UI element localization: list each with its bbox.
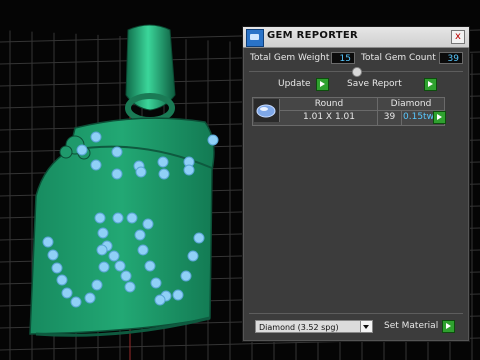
gem-stone <box>90 131 102 143</box>
gem-count-cell: 39 <box>383 112 396 122</box>
gem-stone <box>112 212 124 224</box>
total-gem-weight-label: Total Gem Weight <box>250 53 330 63</box>
total-gem-count-label: Total Gem Count <box>361 53 436 63</box>
gem-stone <box>142 218 154 230</box>
gem-stone <box>47 249 59 261</box>
shape-header: Round <box>314 99 344 109</box>
set-material-button[interactable]: Set Material <box>384 320 438 333</box>
window-title: GEM REPORTER <box>267 30 359 41</box>
gem-stone <box>187 250 199 262</box>
gem-stone <box>97 227 109 239</box>
gem-stone <box>183 164 195 176</box>
gem-size-cell: 1.01 X 1.01 <box>303 112 355 122</box>
gem-stone <box>150 277 162 289</box>
splitter-knob[interactable] <box>352 67 362 77</box>
gem-stone <box>90 159 102 171</box>
set-material-play-icon[interactable] <box>442 320 455 333</box>
gem-table: Round Diamond 1.01 X 1.01 39 0.15tw <box>252 97 445 126</box>
gem-stone <box>126 212 138 224</box>
chevron-down-icon[interactable] <box>360 321 372 332</box>
gem-weight-cell: 0.15tw <box>403 112 434 122</box>
gem-stone <box>84 292 96 304</box>
title-bar[interactable]: GEM REPORTER x <box>243 27 469 48</box>
gem-stone <box>157 156 169 168</box>
divider <box>249 313 463 314</box>
gem-stone <box>56 274 68 286</box>
total-gem-count-value: 39 <box>439 52 463 64</box>
gem-stone <box>42 236 54 248</box>
gem-reporter-panel: GEM REPORTER x Total Gem Weight 15 Total… <box>242 26 470 342</box>
gem-stone <box>51 262 63 274</box>
gem-row-play-icon[interactable] <box>433 111 446 124</box>
gem-stone <box>111 146 123 158</box>
save-report-play-icon[interactable] <box>424 78 437 91</box>
material-select-value: Diamond (3.52 spg) <box>259 323 339 332</box>
gem-stone <box>158 168 170 180</box>
gem-stone <box>108 250 120 262</box>
gem-stone <box>124 281 136 293</box>
gem-stone <box>193 232 205 244</box>
gem-stone <box>70 296 82 308</box>
gem-stone <box>114 260 126 272</box>
gem-stone <box>137 244 149 256</box>
round-gem-icon <box>254 99 280 122</box>
material-select[interactable]: Diamond (3.52 spg) <box>255 320 373 333</box>
save-report-button[interactable]: Save Report <box>347 78 402 91</box>
gem-stone <box>135 166 147 178</box>
total-gem-weight-value: 15 <box>331 52 355 64</box>
material-header: Diamond <box>390 99 432 109</box>
gem-stone <box>120 270 132 282</box>
update-play-icon[interactable] <box>316 78 329 91</box>
gem-stone <box>180 270 192 282</box>
gem-reporter-app-icon <box>246 29 264 47</box>
gem-stone <box>207 134 219 146</box>
gem-stone <box>172 289 184 301</box>
gem-stone <box>94 212 106 224</box>
gem-stone <box>111 168 123 180</box>
update-button[interactable]: Update <box>278 78 311 91</box>
gem-stone <box>96 244 108 256</box>
gem-stone <box>76 144 88 156</box>
gem-stone <box>144 260 156 272</box>
gem-stone <box>154 294 166 306</box>
gem-stone <box>91 279 103 291</box>
close-icon[interactable]: x <box>451 30 465 44</box>
gem-stone <box>134 229 146 241</box>
gem-stone <box>98 261 110 273</box>
gem-stone <box>61 287 73 299</box>
